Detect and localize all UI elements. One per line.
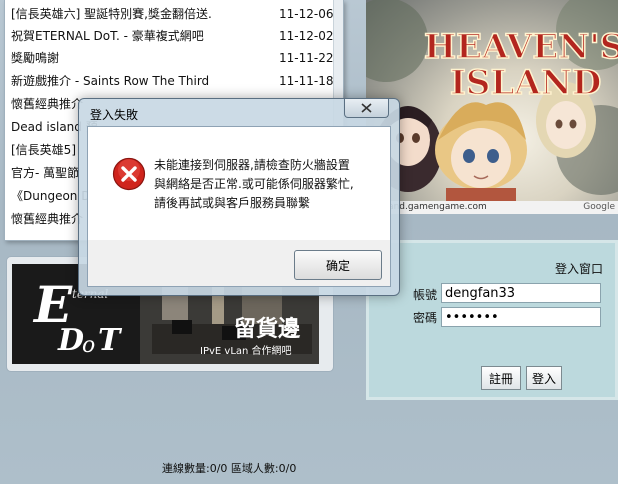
dialog-message-line: 請後再試或與客戶服務員聯繫 xyxy=(154,196,311,210)
logo-heavens: HEAVEN'S xyxy=(424,27,618,67)
news-item[interactable]: [信長英雄六] 聖誕特別賽,獎金翻倍送. 11-12-06 xyxy=(11,3,333,25)
news-date: 11-12-06 xyxy=(279,7,333,21)
news-title: 祝賀ETERNAL DoT. - 豪華複式網吧 xyxy=(11,29,204,43)
news-date: 11-11-18 xyxy=(279,74,333,88)
cafe-chinese-name: 留貨邊 xyxy=(234,316,300,342)
news-title: [信長英雄六] 聖誕特別賽,獎金翻倍送. xyxy=(11,7,212,21)
login-title: 登入窗口 xyxy=(555,262,604,276)
dialog-footer: 确定 xyxy=(87,240,391,287)
news-date: 11-11-22 xyxy=(279,51,333,65)
banner-artwork: HEAVEN'S ISLAND xyxy=(366,0,618,201)
register-button[interactable]: 註冊 xyxy=(481,366,521,390)
news-title: 新遊戲推介 - Saints Row The Third xyxy=(11,74,210,88)
banner-footer: hsisland.gamengame.com Google xyxy=(366,201,618,214)
game-banner[interactable]: HEAVEN'S ISLAND hsisland.gamengame.com G… xyxy=(366,0,618,214)
close-icon xyxy=(361,103,372,113)
login-button[interactable]: 登入 xyxy=(526,366,562,390)
area-user-count: 區域人數:0/0 xyxy=(230,462,297,475)
ok-button[interactable]: 确定 xyxy=(294,250,382,280)
logo-island: ISLAND xyxy=(450,63,601,103)
cafe-subtitle: IPvE vLan 合作網吧 xyxy=(200,344,292,357)
cafe-logo-o: o xyxy=(82,333,95,358)
dialog-message-line: 未能連接到伺服器,請檢查防火牆設置 xyxy=(154,158,350,172)
dialog-message: 未能連接到伺服器,請檢查防火牆設置 與網絡是否正常.或可能係伺服器繁忙, 請後再… xyxy=(154,156,384,213)
dialog-close-button[interactable] xyxy=(344,99,389,118)
password-label: 密碼 xyxy=(413,311,438,325)
connection-count: 連線數量:0/0 xyxy=(162,462,228,475)
news-item[interactable]: 獎勵鳴謝 11-11-22 xyxy=(11,47,333,69)
dialog-message-line: 與網絡是否正常.或可能係伺服器繁忙, xyxy=(154,177,354,191)
username-label: 帳號 xyxy=(413,288,438,302)
password-input[interactable] xyxy=(441,307,601,327)
news-title: 獎勵鳴謝 xyxy=(11,51,60,65)
login-failed-dialog: 登入失敗 未能連接到伺服器,請檢查防火牆設置 與網絡是否正常.或可能係伺服器繁忙… xyxy=(78,98,400,296)
news-item[interactable]: 祝賀ETERNAL DoT. - 豪華複式網吧 11-12-02 xyxy=(11,25,333,47)
google-link[interactable]: Google xyxy=(583,201,615,214)
error-icon xyxy=(112,157,146,191)
news-date: 11-12-02 xyxy=(279,29,333,43)
dialog-title: 登入失敗 xyxy=(90,108,139,122)
cafe-logo-t: T xyxy=(98,323,123,358)
username-input[interactable] xyxy=(441,283,601,303)
dialog-body: 未能連接到伺服器,請檢查防火牆設置 與網絡是否正常.或可能係伺服器繁忙, 請後再… xyxy=(87,126,391,241)
news-item[interactable]: 新遊戲推介 - Saints Row The Third 11-11-18 xyxy=(11,70,333,92)
status-bar: 連線數量:0/0 區域人數:0/0 xyxy=(162,460,296,476)
cafe-logo-d: D xyxy=(57,323,84,358)
